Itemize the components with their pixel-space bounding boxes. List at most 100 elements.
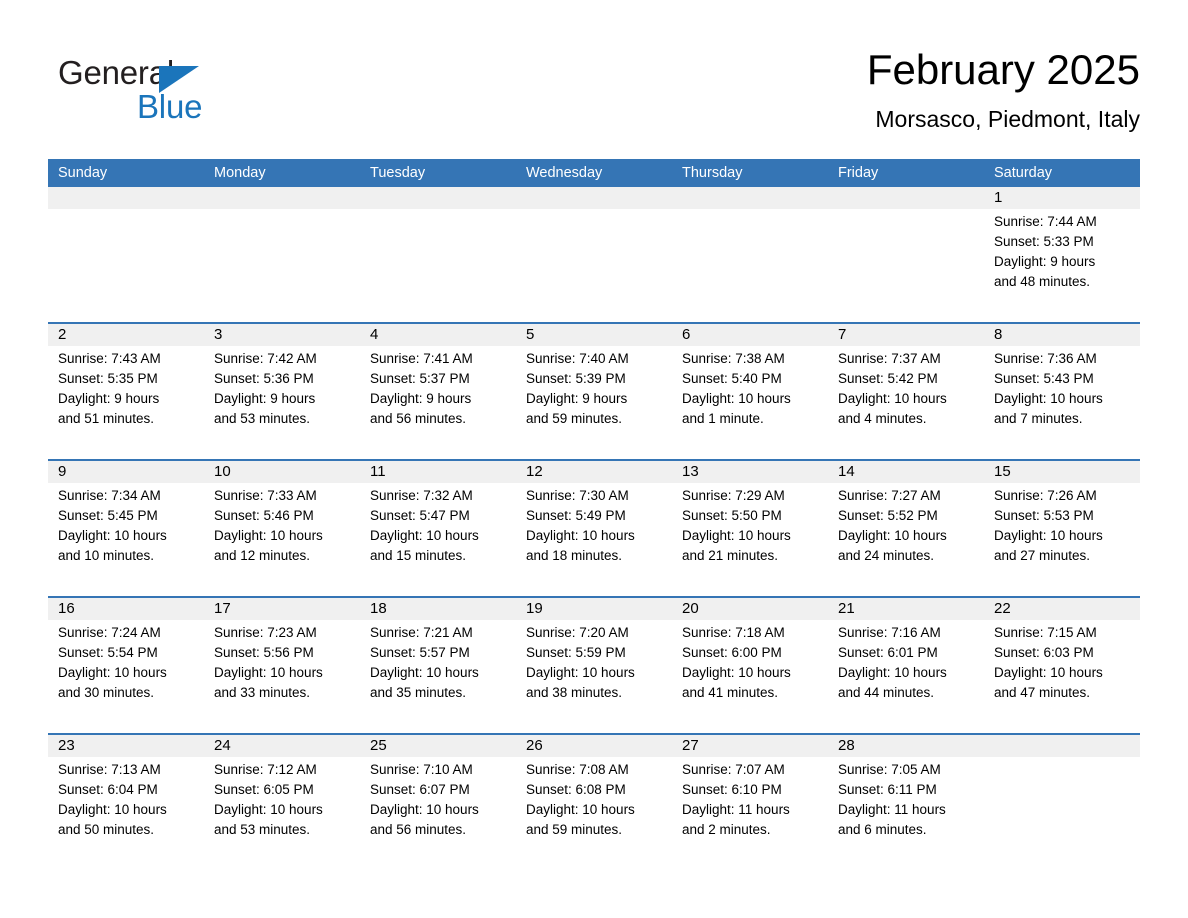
day-cell[interactable]: 10 Sunrise: 7:33 AM Sunset: 5:46 PM Dayl… <box>204 461 360 596</box>
daylight-text-line2: and 1 minute. <box>682 411 764 426</box>
sunset-text: Sunset: 6:11 PM <box>838 782 937 797</box>
day-details: Sunrise: 7:40 AM Sunset: 5:39 PM Dayligh… <box>516 346 672 429</box>
daylight-text-line2: and 30 minutes. <box>58 685 155 700</box>
day-details: Sunrise: 7:26 AM Sunset: 5:53 PM Dayligh… <box>984 483 1140 566</box>
day-cell[interactable]: 22 Sunrise: 7:15 AM Sunset: 6:03 PM Dayl… <box>984 598 1140 733</box>
generalblue-logo[interactable]: General Blue <box>58 54 318 134</box>
day-number <box>516 187 672 209</box>
sunset-text: Sunset: 5:52 PM <box>838 508 938 523</box>
day-cell[interactable]: 23 Sunrise: 7:13 AM Sunset: 6:04 PM Dayl… <box>48 735 204 870</box>
daylight-text-line1: Daylight: 9 hours <box>994 254 1096 269</box>
daylight-text-line1: Daylight: 10 hours <box>370 802 479 817</box>
day-cell[interactable]: 11 Sunrise: 7:32 AM Sunset: 5:47 PM Dayl… <box>360 461 516 596</box>
sunset-text: Sunset: 6:00 PM <box>682 645 782 660</box>
day-number: 23 <box>48 735 204 757</box>
day-number: 14 <box>828 461 984 483</box>
day-cell[interactable]: 12 Sunrise: 7:30 AM Sunset: 5:49 PM Dayl… <box>516 461 672 596</box>
day-cell[interactable]: 5 Sunrise: 7:40 AM Sunset: 5:39 PM Dayli… <box>516 324 672 459</box>
day-cell[interactable]: 7 Sunrise: 7:37 AM Sunset: 5:42 PM Dayli… <box>828 324 984 459</box>
daylight-text-line1: Daylight: 10 hours <box>682 665 791 680</box>
day-cell[interactable]: 18 Sunrise: 7:21 AM Sunset: 5:57 PM Dayl… <box>360 598 516 733</box>
day-details <box>516 209 672 212</box>
day-cell[interactable]: 27 Sunrise: 7:07 AM Sunset: 6:10 PM Dayl… <box>672 735 828 870</box>
daylight-text-line2: and 24 minutes. <box>838 548 935 563</box>
day-details: Sunrise: 7:29 AM Sunset: 5:50 PM Dayligh… <box>672 483 828 566</box>
day-number: 5 <box>516 324 672 346</box>
day-number: 21 <box>828 598 984 620</box>
day-number: 10 <box>204 461 360 483</box>
day-number: 13 <box>672 461 828 483</box>
daylight-text-line1: Daylight: 10 hours <box>370 665 479 680</box>
day-details: Sunrise: 7:18 AM Sunset: 6:00 PM Dayligh… <box>672 620 828 703</box>
day-cell[interactable]: 1 Sunrise: 7:44 AM Sunset: 5:33 PM Dayli… <box>984 187 1140 322</box>
day-details <box>360 209 516 212</box>
daylight-text-line2: and 53 minutes. <box>214 411 311 426</box>
day-cell[interactable]: 15 Sunrise: 7:26 AM Sunset: 5:53 PM Dayl… <box>984 461 1140 596</box>
day-cell <box>672 187 828 322</box>
day-cell[interactable]: 9 Sunrise: 7:34 AM Sunset: 5:45 PM Dayli… <box>48 461 204 596</box>
daylight-text-line2: and 33 minutes. <box>214 685 311 700</box>
sunrise-text: Sunrise: 7:12 AM <box>214 762 317 777</box>
daylight-text-line2: and 21 minutes. <box>682 548 779 563</box>
day-cell[interactable]: 16 Sunrise: 7:24 AM Sunset: 5:54 PM Dayl… <box>48 598 204 733</box>
sunrise-text: Sunrise: 7:36 AM <box>994 351 1097 366</box>
weekday-header-saturday: Saturday <box>994 165 1053 181</box>
day-details: Sunrise: 7:10 AM Sunset: 6:07 PM Dayligh… <box>360 757 516 840</box>
day-cell[interactable]: 13 Sunrise: 7:29 AM Sunset: 5:50 PM Dayl… <box>672 461 828 596</box>
day-details: Sunrise: 7:08 AM Sunset: 6:08 PM Dayligh… <box>516 757 672 840</box>
day-cell[interactable]: 8 Sunrise: 7:36 AM Sunset: 5:43 PM Dayli… <box>984 324 1140 459</box>
calendar-week-row: 1 Sunrise: 7:44 AM Sunset: 5:33 PM Dayli… <box>48 187 1140 322</box>
sunset-text: Sunset: 5:33 PM <box>994 234 1094 249</box>
day-number: 12 <box>516 461 672 483</box>
day-cell[interactable]: 17 Sunrise: 7:23 AM Sunset: 5:56 PM Dayl… <box>204 598 360 733</box>
sunrise-text: Sunrise: 7:05 AM <box>838 762 941 777</box>
daylight-text-line1: Daylight: 9 hours <box>526 391 628 406</box>
day-cell <box>204 187 360 322</box>
sunrise-text: Sunrise: 7:43 AM <box>58 351 161 366</box>
sunset-text: Sunset: 5:35 PM <box>58 371 158 386</box>
day-number: 8 <box>984 324 1140 346</box>
daylight-text-line2: and 56 minutes. <box>370 822 467 837</box>
day-number: 27 <box>672 735 828 757</box>
calendar-week-row: 9 Sunrise: 7:34 AM Sunset: 5:45 PM Dayli… <box>48 459 1140 596</box>
sunrise-text: Sunrise: 7:23 AM <box>214 625 317 640</box>
weekday-header-monday: Monday <box>214 165 266 181</box>
day-cell[interactable]: 20 Sunrise: 7:18 AM Sunset: 6:00 PM Dayl… <box>672 598 828 733</box>
daylight-text-line1: Daylight: 10 hours <box>58 665 167 680</box>
sunrise-text: Sunrise: 7:42 AM <box>214 351 317 366</box>
day-cell[interactable]: 21 Sunrise: 7:16 AM Sunset: 6:01 PM Dayl… <box>828 598 984 733</box>
day-cell[interactable]: 2 Sunrise: 7:43 AM Sunset: 5:35 PM Dayli… <box>48 324 204 459</box>
sunset-text: Sunset: 5:53 PM <box>994 508 1094 523</box>
daylight-text-line2: and 35 minutes. <box>370 685 467 700</box>
daylight-text-line2: and 44 minutes. <box>838 685 935 700</box>
day-cell[interactable]: 19 Sunrise: 7:20 AM Sunset: 5:59 PM Dayl… <box>516 598 672 733</box>
calendar-week-row: 16 Sunrise: 7:24 AM Sunset: 5:54 PM Dayl… <box>48 596 1140 733</box>
sunset-text: Sunset: 5:40 PM <box>682 371 782 386</box>
day-cell[interactable]: 4 Sunrise: 7:41 AM Sunset: 5:37 PM Dayli… <box>360 324 516 459</box>
day-cell[interactable]: 25 Sunrise: 7:10 AM Sunset: 6:07 PM Dayl… <box>360 735 516 870</box>
day-details: Sunrise: 7:24 AM Sunset: 5:54 PM Dayligh… <box>48 620 204 703</box>
sunset-text: Sunset: 6:10 PM <box>682 782 782 797</box>
sunrise-text: Sunrise: 7:32 AM <box>370 488 473 503</box>
calendar-week-row: 2 Sunrise: 7:43 AM Sunset: 5:35 PM Dayli… <box>48 322 1140 459</box>
daylight-text-line1: Daylight: 9 hours <box>214 391 316 406</box>
weekday-header-row: Sunday Monday Tuesday Wednesday Thursday… <box>48 159 1140 187</box>
day-cell <box>984 735 1140 870</box>
day-cell[interactable]: 14 Sunrise: 7:27 AM Sunset: 5:52 PM Dayl… <box>828 461 984 596</box>
daylight-text-line2: and 2 minutes. <box>682 822 771 837</box>
daylight-text-line2: and 18 minutes. <box>526 548 623 563</box>
daylight-text-line2: and 51 minutes. <box>58 411 155 426</box>
day-number: 26 <box>516 735 672 757</box>
sunrise-text: Sunrise: 7:34 AM <box>58 488 161 503</box>
day-details: Sunrise: 7:32 AM Sunset: 5:47 PM Dayligh… <box>360 483 516 566</box>
day-cell[interactable]: 28 Sunrise: 7:05 AM Sunset: 6:11 PM Dayl… <box>828 735 984 870</box>
page-title: February 2025 <box>866 46 1140 93</box>
daylight-text-line1: Daylight: 10 hours <box>370 528 479 543</box>
day-number <box>360 187 516 209</box>
day-cell[interactable]: 24 Sunrise: 7:12 AM Sunset: 6:05 PM Dayl… <box>204 735 360 870</box>
day-cell[interactable]: 6 Sunrise: 7:38 AM Sunset: 5:40 PM Dayli… <box>672 324 828 459</box>
day-cell[interactable]: 3 Sunrise: 7:42 AM Sunset: 5:36 PM Dayli… <box>204 324 360 459</box>
daylight-text-line1: Daylight: 11 hours <box>838 802 946 817</box>
day-cell[interactable]: 26 Sunrise: 7:08 AM Sunset: 6:08 PM Dayl… <box>516 735 672 870</box>
sunset-text: Sunset: 5:37 PM <box>370 371 470 386</box>
